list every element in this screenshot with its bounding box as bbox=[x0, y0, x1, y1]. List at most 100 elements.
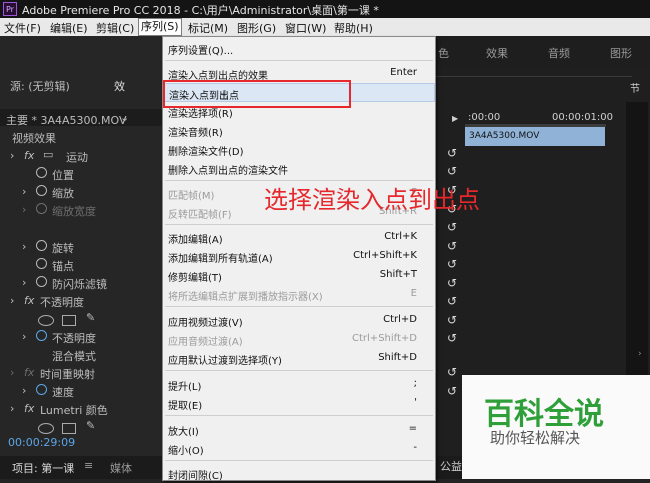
expand-arrow-icon[interactable]: › bbox=[10, 149, 14, 162]
property-anchor: 锚点 bbox=[52, 260, 74, 273]
menu-item-render-audio[interactable]: 渲染音频(R) bbox=[163, 121, 435, 140]
pen-mask-icon[interactable]: ✎ bbox=[86, 419, 95, 432]
menu-file[interactable]: 文件(F) bbox=[4, 20, 41, 36]
menu-item-add-edit[interactable]: 添加编辑(A) Ctrl+K bbox=[163, 228, 435, 247]
expand-arrow-icon[interactable]: › bbox=[22, 330, 26, 343]
watermark-subtitle: 助你轻松解决 bbox=[490, 429, 581, 447]
highlight-box bbox=[163, 80, 351, 108]
menu-item-extend-edit[interactable]: 将所选编辑点扩展到播放指示器(X) E bbox=[163, 285, 435, 304]
property-opacity-value: 不透明度 bbox=[52, 332, 96, 345]
right-panel-label[interactable]: 节 bbox=[630, 80, 640, 95]
stopwatch-icon[interactable] bbox=[36, 167, 47, 181]
premiere-app-icon: Pr bbox=[3, 2, 17, 16]
menu-item-apply-audio-transition[interactable]: 应用音频过渡(A) Ctrl+Shift+D bbox=[163, 330, 435, 349]
stopwatch-icon[interactable] bbox=[36, 330, 47, 344]
menu-help[interactable]: 帮助(H) bbox=[334, 20, 373, 36]
panel-menu-icon[interactable]: ≡ bbox=[84, 459, 93, 472]
window-title: Adobe Premiere Pro CC 2018 - C:\用户\Admin… bbox=[22, 4, 379, 17]
expand-arrow-icon[interactable]: › bbox=[22, 185, 26, 198]
menu-item-add-edit-all-tracks[interactable]: 添加编辑到所有轨道(A) Ctrl+Shift+K bbox=[163, 247, 435, 266]
tab-audio[interactable]: 音频 bbox=[548, 45, 570, 61]
tab-media-browser[interactable]: 媒体 bbox=[110, 460, 132, 476]
stopwatch-icon[interactable] bbox=[36, 276, 47, 290]
fx-icon: fx bbox=[24, 366, 35, 379]
property-scale-width: 缩放宽度 bbox=[52, 205, 96, 218]
effect-lumetri-color[interactable]: Lumetri 颜色 bbox=[40, 402, 108, 418]
expand-arrow-icon[interactable]: › bbox=[10, 402, 14, 415]
panel-divider bbox=[436, 76, 632, 77]
menu-item-trim-edit[interactable]: 修剪编辑(T) Shift+T bbox=[163, 266, 435, 285]
reset-icon[interactable]: ↺ bbox=[447, 385, 459, 397]
property-blend-mode: 混合模式 bbox=[52, 350, 96, 363]
video-effects-heading: 视频效果 bbox=[12, 132, 56, 145]
menu-item-zoom-in[interactable]: 放大(I) = bbox=[163, 420, 435, 439]
reset-icon[interactable]: ↺ bbox=[447, 240, 459, 252]
stopwatch-icon[interactable] bbox=[36, 258, 47, 272]
chevron-down-icon[interactable]: ⌄ bbox=[120, 111, 129, 124]
reset-icon[interactable]: ↺ bbox=[447, 314, 459, 326]
tab-effects[interactable]: 效果 bbox=[486, 45, 508, 61]
source-label[interactable]: 源: (无剪辑) bbox=[10, 78, 70, 94]
menu-clip[interactable]: 剪辑(C) bbox=[96, 20, 134, 36]
menu-marker[interactable]: 标记(M) bbox=[188, 20, 228, 36]
reset-icon[interactable]: ↺ bbox=[447, 295, 459, 307]
reset-icon[interactable]: ↺ bbox=[447, 258, 459, 270]
ellipse-mask-icon[interactable] bbox=[38, 423, 54, 434]
menu-sequence[interactable]: 序列(S) bbox=[138, 18, 182, 36]
play-triangle-icon[interactable]: ▶ bbox=[452, 114, 458, 123]
reset-icon[interactable]: ↺ bbox=[447, 332, 459, 344]
stopwatch-icon[interactable] bbox=[36, 240, 47, 254]
menu-separator bbox=[165, 460, 433, 461]
master-clip-label[interactable]: 主要 * 3A4A5300.MOV bbox=[6, 112, 127, 128]
expand-arrow-icon[interactable]: › bbox=[10, 294, 14, 307]
menu-item-zoom-out[interactable]: 缩小(O) - bbox=[163, 439, 435, 458]
tab-effect-controls[interactable]: 效 bbox=[114, 78, 125, 94]
fx-icon: fx bbox=[24, 149, 35, 162]
menu-item-sequence-settings[interactable]: 序列设置(Q)... bbox=[163, 39, 435, 58]
tab-project[interactable]: 项目: 第一课 bbox=[12, 460, 74, 476]
tab-color[interactable]: 色 bbox=[438, 45, 449, 61]
effect-motion[interactable]: 运动 bbox=[66, 149, 88, 165]
menu-edit[interactable]: 编辑(E) bbox=[50, 20, 88, 36]
tab-graphics[interactable]: 图形 bbox=[610, 45, 632, 61]
menu-item-close-gap[interactable]: 封闭间隙(C) bbox=[163, 464, 435, 483]
reset-icon[interactable]: ↺ bbox=[447, 221, 459, 233]
property-position: 位置 bbox=[52, 169, 74, 182]
expand-arrow-icon[interactable]: › bbox=[22, 240, 26, 253]
scroll-arrow-icon[interactable]: › bbox=[638, 349, 642, 359]
pen-mask-icon[interactable]: ✎ bbox=[86, 311, 95, 324]
expand-arrow-icon[interactable]: › bbox=[22, 276, 26, 289]
menu-item-delete-in-out-render-files[interactable]: 删除入点到出点的渲染文件 bbox=[163, 159, 435, 178]
timeline-clip[interactable]: 3A4A5300.MOV bbox=[465, 127, 605, 146]
clip-name: 3A4A5300.MOV bbox=[469, 131, 540, 141]
rectangle-mask-icon[interactable] bbox=[62, 315, 76, 326]
timeline-timecode-end: 00:00:01:00 bbox=[552, 112, 614, 123]
timeline-timecode-start: :00:00 bbox=[468, 112, 501, 123]
reset-icon[interactable]: ↺ bbox=[447, 366, 459, 378]
menu-window[interactable]: 窗口(W) bbox=[285, 20, 326, 36]
ellipse-mask-icon[interactable] bbox=[38, 315, 54, 326]
menu-graphics[interactable]: 图形(G) bbox=[237, 20, 276, 36]
menu-item-lift[interactable]: 提升(L); bbox=[163, 375, 435, 394]
menu-item-apply-video-transition[interactable]: 应用视频过渡(V) Ctrl+D bbox=[163, 311, 435, 330]
expand-arrow-icon[interactable]: › bbox=[22, 203, 26, 216]
menu-separator bbox=[165, 224, 433, 225]
effect-time-remapping[interactable]: 时间重映射 bbox=[40, 366, 95, 382]
master-clip-bar: 主要 * 3A4A5300.MOV ⌄ bbox=[0, 109, 162, 128]
menu-item-delete-render-files[interactable]: 删除渲染文件(D) bbox=[163, 140, 435, 159]
menu-item-apply-default-transition[interactable]: 应用默认过渡到选择项(Y) Shift+D bbox=[163, 349, 435, 368]
reset-icon[interactable]: ↺ bbox=[447, 165, 459, 177]
menu-item-extract[interactable]: 提取(E) ' bbox=[163, 394, 435, 413]
reset-icon[interactable]: ↺ bbox=[447, 277, 459, 289]
rectangle-mask-icon[interactable] bbox=[62, 423, 76, 434]
menu-separator bbox=[165, 306, 433, 307]
expand-arrow-icon[interactable]: › bbox=[22, 384, 26, 397]
reset-icon[interactable]: ↺ bbox=[447, 147, 459, 159]
watermark: 百科全说 助你轻松解决 bbox=[462, 375, 650, 479]
timecode-display[interactable]: 00:00:29:09 bbox=[8, 436, 75, 449]
expand-arrow-icon[interactable]: › bbox=[10, 366, 14, 379]
stopwatch-icon[interactable] bbox=[36, 185, 47, 199]
property-rotation: 旋转 bbox=[52, 242, 74, 255]
stopwatch-icon[interactable] bbox=[36, 384, 47, 398]
effect-opacity[interactable]: 不透明度 bbox=[40, 294, 84, 310]
